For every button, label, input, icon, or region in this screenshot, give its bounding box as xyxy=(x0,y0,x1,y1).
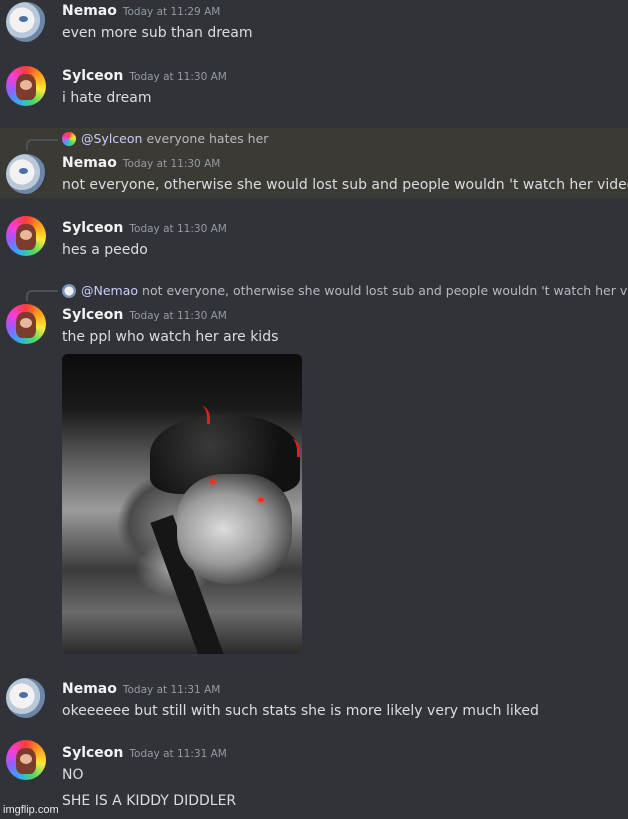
message-header: Sylceon Today at 11:30 AM xyxy=(62,68,227,84)
message-text: even more sub than dream xyxy=(62,25,253,41)
message-sylceon-2: Sylceon Today at 11:30 AM hes a peedo xyxy=(0,212,628,268)
timestamp: Today at 11:30 AM xyxy=(129,71,227,83)
image-attachment[interactable] xyxy=(62,354,302,654)
message-text: NO xyxy=(62,767,84,783)
reply-avatar-icon xyxy=(62,283,76,298)
sylceon-avatar-icon[interactable] xyxy=(6,740,46,780)
reply-preview[interactable]: @Sylceon everyone hates her xyxy=(62,131,268,146)
author-name[interactable]: Nemao xyxy=(62,681,117,697)
devil-horn-left-icon xyxy=(198,406,210,424)
devil-horn-right-icon xyxy=(288,439,300,457)
message-header: Sylceon Today at 11:30 AM xyxy=(62,220,227,236)
message-text: the ppl who watch her are kids xyxy=(62,329,279,345)
reply-preview[interactable]: @Nemao not everyone, otherwise she would… xyxy=(62,283,628,298)
message-header: Nemao Today at 11:30 AM xyxy=(62,155,220,171)
message-header: Sylceon Today at 11:30 AM xyxy=(62,307,227,323)
reply-spine xyxy=(26,290,58,301)
message-nemao-2: @Sylceon everyone hates her Nemao Today a… xyxy=(0,128,628,198)
glowing-eye-right-icon xyxy=(258,498,264,502)
sylceon-avatar-icon[interactable] xyxy=(6,216,46,256)
timestamp: Today at 11:31 AM xyxy=(122,684,221,696)
reply-avatar-icon xyxy=(62,131,76,146)
message-header: Nemao Today at 11:31 AM xyxy=(62,681,220,697)
message-text: hes a peedo xyxy=(62,242,148,258)
message-text: okeeeeee but still with such stats she i… xyxy=(62,703,539,719)
message-header: Sylceon Today at 11:31 AM xyxy=(62,745,227,761)
nemao-avatar-icon[interactable] xyxy=(6,678,46,718)
author-name[interactable]: Sylceon xyxy=(62,220,123,236)
reply-mention[interactable]: @Nemao xyxy=(81,283,138,298)
author-name[interactable]: Nemao xyxy=(62,155,117,171)
author-name[interactable]: Sylceon xyxy=(62,745,123,761)
timestamp: Today at 11:29 AM xyxy=(122,6,221,18)
message-sylceon-1: Sylceon Today at 11:30 AM i hate dream xyxy=(0,60,628,120)
timestamp: Today at 11:30 AM xyxy=(129,223,227,235)
nemao-avatar-icon[interactable] xyxy=(6,2,46,42)
message-text: not everyone, otherwise she would lost s… xyxy=(62,177,628,193)
message-text: i hate dream xyxy=(62,90,152,106)
imgflip-watermark: imgflip.com xyxy=(3,804,59,816)
nemao-avatar-icon[interactable] xyxy=(6,154,46,194)
reply-text: everyone hates her xyxy=(146,131,269,146)
author-name[interactable]: Nemao xyxy=(62,3,117,19)
timestamp: Today at 11:30 AM xyxy=(122,158,221,170)
author-name[interactable]: Sylceon xyxy=(62,68,123,84)
reply-spine xyxy=(26,139,58,150)
sylceon-avatar-icon[interactable] xyxy=(6,66,46,106)
message-header: Nemao Today at 11:29 AM xyxy=(62,3,220,19)
timestamp: Today at 11:30 AM xyxy=(129,310,227,322)
reply-mention[interactable]: @Sylceon xyxy=(81,131,142,146)
glowing-eye-left-icon xyxy=(210,480,216,484)
sylceon-avatar-icon[interactable] xyxy=(6,304,46,344)
message-nemao-3: Nemao Today at 11:31 AM okeeeeee but stil… xyxy=(0,672,628,728)
message-sylceon-4: Sylceon Today at 11:31 AM NO SHE IS A KID… xyxy=(0,736,628,819)
author-name[interactable]: Sylceon xyxy=(62,307,123,323)
timestamp: Today at 11:31 AM xyxy=(129,748,227,760)
reply-text: not everyone, otherwise she would lost s… xyxy=(142,283,628,298)
message-nemao-1: Nemao Today at 11:29 AM even more sub tha… xyxy=(0,0,628,50)
photo-face xyxy=(177,474,292,584)
message-text: SHE IS A KIDDY DIDDLER xyxy=(62,793,237,809)
